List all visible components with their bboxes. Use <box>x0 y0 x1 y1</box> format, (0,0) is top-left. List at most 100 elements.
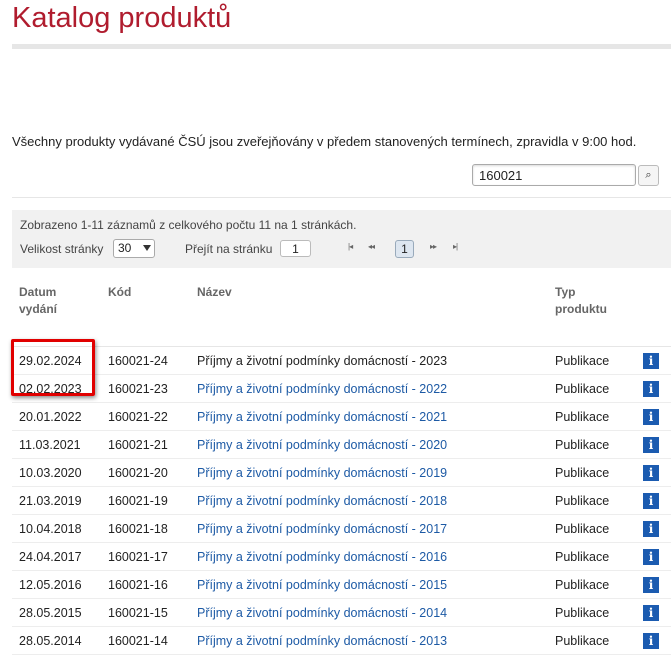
cell-date: 21.03.2019 <box>12 486 101 515</box>
product-link[interactable]: Příjmy a životní podmínky domácností - 2… <box>197 634 447 648</box>
column-header-type[interactable]: Typ produktu <box>548 276 636 347</box>
cell-type: Publikace <box>548 514 636 543</box>
search-input[interactable] <box>472 164 636 186</box>
column-header-name[interactable]: Název <box>190 276 548 347</box>
cell-info: i <box>636 542 671 571</box>
cell-date: 29.02.2024 <box>12 346 101 375</box>
title-divider <box>12 44 671 49</box>
goto-page-label: Přejít na stránku <box>185 242 273 256</box>
divider <box>12 197 671 198</box>
info-icon[interactable]: i <box>643 436 659 453</box>
table-row: 12.05.2016 160021-16 Příjmy a životní po… <box>12 570 671 599</box>
cell-date: 24.04.2017 <box>12 542 101 571</box>
page-size-select[interactable]: 30 <box>113 239 155 258</box>
search-bar: ⌕ <box>12 164 671 187</box>
page-title: Katalog produktů <box>12 2 232 34</box>
cell-code: 160021-24 <box>101 346 190 375</box>
cell-type: Publikace <box>548 402 636 431</box>
products-table: Datum vydání Kód Název Typ produktu 29.02.… <box>12 276 671 655</box>
cell-name: Příjmy a životní podmínky domácností - 2… <box>190 346 548 375</box>
current-page-button[interactable]: 1 <box>395 240 414 258</box>
product-link[interactable]: Příjmy a životní podmínky domácností - 2… <box>197 606 447 620</box>
cell-name: Příjmy a životní podmínky domácností - 2… <box>190 570 548 599</box>
product-link[interactable]: Příjmy a životní podmínky domácností - 2… <box>197 578 447 592</box>
cell-type: Publikace <box>548 430 636 459</box>
cell-date: 28.05.2014 <box>12 626 101 655</box>
cell-info: i <box>636 430 671 459</box>
cell-info: i <box>636 486 671 515</box>
product-link[interactable]: Příjmy a životní podmínky domácností - 2… <box>197 494 447 508</box>
cell-type: Publikace <box>548 374 636 403</box>
cell-info: i <box>636 374 671 403</box>
table-row: 02.02.2023 160021-23 Příjmy a životní po… <box>12 374 671 403</box>
header-date-line2: vydání <box>19 302 58 316</box>
cell-code: 160021-16 <box>101 570 190 599</box>
page-size-label: Velikost stránky <box>20 242 104 256</box>
product-name: Příjmy a životní podmínky domácností - 2… <box>197 353 448 368</box>
table-row: 28.05.2015 160021-15 Příjmy a životní po… <box>12 598 671 627</box>
cell-name: Příjmy a životní podmínky domácností - 2… <box>190 542 548 571</box>
info-icon[interactable]: i <box>643 380 659 397</box>
header-date-line1: Datum <box>19 285 57 299</box>
chevron-down-icon <box>143 245 151 251</box>
table-row: 20.01.2022 160021-22 Příjmy a životní po… <box>12 402 671 431</box>
intro-text: Všechny produkty vydávané ČSÚ jsou zveře… <box>12 134 637 149</box>
pager: Zobrazeno 1-11 záznamů z celkového počtu… <box>12 210 671 268</box>
header-type-line2: produktu <box>555 302 607 316</box>
cell-info: i <box>636 458 671 487</box>
cell-type: Publikace <box>548 626 636 655</box>
cell-type: Publikace <box>548 486 636 515</box>
info-icon[interactable]: i <box>643 464 659 481</box>
cell-date: 11.03.2021 <box>12 430 101 459</box>
first-page-icon[interactable]: |◂ <box>348 242 353 251</box>
cell-info: i <box>636 570 671 599</box>
page-size-value: 30 <box>118 241 132 255</box>
table-row: 28.05.2014 160021-14 Příjmy a životní po… <box>12 626 671 655</box>
product-link[interactable]: Příjmy a životní podmínky domácností - 2… <box>197 438 447 452</box>
cell-code: 160021-23 <box>101 374 190 403</box>
table-header-row: Datum vydání Kód Název Typ produktu <box>12 276 671 347</box>
cell-name: Příjmy a životní podmínky domácností - 2… <box>190 458 548 487</box>
product-link[interactable]: Příjmy a životní podmínky domácností - 2… <box>197 522 447 536</box>
info-icon[interactable]: i <box>643 352 659 369</box>
cell-code: 160021-14 <box>101 626 190 655</box>
cell-type: Publikace <box>548 598 636 627</box>
cell-code: 160021-15 <box>101 598 190 627</box>
info-icon[interactable]: i <box>643 520 659 537</box>
prev-page-icon[interactable]: ◂◂ <box>368 242 375 251</box>
info-icon[interactable]: i <box>643 632 659 649</box>
table-row: 10.03.2020 160021-20 Příjmy a životní po… <box>12 458 671 487</box>
cell-code: 160021-21 <box>101 430 190 459</box>
cell-name: Příjmy a životní podmínky domácností - 2… <box>190 486 548 515</box>
cell-name: Příjmy a životní podmínky domácností - 2… <box>190 374 548 403</box>
cell-date: 02.02.2023 <box>12 374 101 403</box>
product-link[interactable]: Příjmy a životní podmínky domácností - 2… <box>197 382 447 396</box>
product-link[interactable]: Příjmy a životní podmínky domácností - 2… <box>197 410 447 424</box>
column-header-info <box>636 276 671 347</box>
info-icon[interactable]: i <box>643 548 659 565</box>
next-page-icon[interactable]: ▸▸ <box>430 242 437 251</box>
table-row: 29.02.2024 160021-24 Příjmy a životní po… <box>12 346 671 375</box>
info-icon[interactable]: i <box>643 492 659 509</box>
search-icon: ⌕ <box>645 169 652 181</box>
cell-code: 160021-22 <box>101 402 190 431</box>
cell-type: Publikace <box>548 346 636 375</box>
info-icon[interactable]: i <box>643 408 659 425</box>
last-page-icon[interactable]: ▸| <box>453 242 458 251</box>
search-button[interactable]: ⌕ <box>638 165 659 186</box>
product-link[interactable]: Příjmy a životní podmínky domácností - 2… <box>197 466 447 480</box>
table-row: 10.04.2018 160021-18 Příjmy a životní po… <box>12 514 671 543</box>
header-type-line1: Typ <box>555 285 576 299</box>
cell-info: i <box>636 346 671 375</box>
column-header-date[interactable]: Datum vydání <box>12 276 101 347</box>
cell-name: Příjmy a životní podmínky domácností - 2… <box>190 626 548 655</box>
table-row: 11.03.2021 160021-21 Příjmy a životní po… <box>12 430 671 459</box>
cell-info: i <box>636 598 671 627</box>
cell-code: 160021-17 <box>101 542 190 571</box>
info-icon[interactable]: i <box>643 576 659 593</box>
info-icon[interactable]: i <box>643 604 659 621</box>
column-header-code[interactable]: Kód <box>101 276 190 347</box>
pager-info: Zobrazeno 1-11 záznamů z celkového počtu… <box>20 218 357 232</box>
product-link[interactable]: Příjmy a životní podmínky domácností - 2… <box>197 550 447 564</box>
goto-page-input[interactable]: 1 <box>280 240 311 257</box>
